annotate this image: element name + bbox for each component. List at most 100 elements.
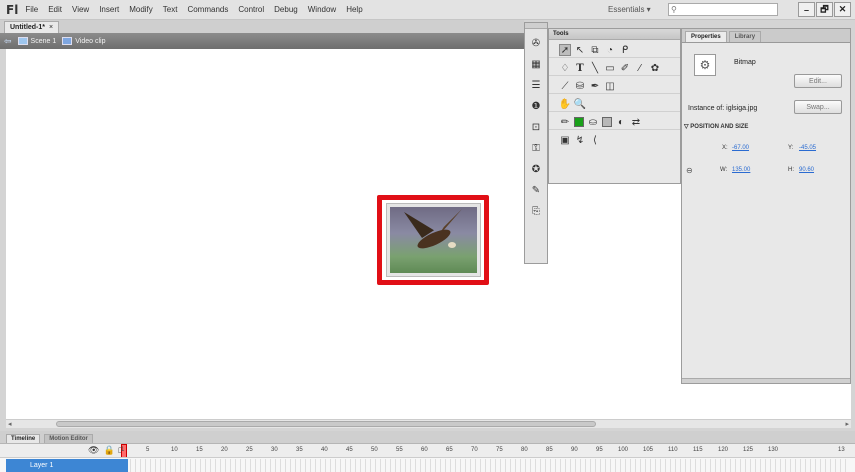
bone-tool-icon[interactable]: ⟋ [559, 80, 571, 92]
info-panel-icon[interactable]: ❶ [529, 99, 543, 113]
eyedropper-tool-icon[interactable]: ✒ [589, 80, 601, 92]
properties-tab-bar: Properties Library [682, 29, 850, 43]
pencil-tool-icon[interactable]: ✐ [619, 62, 631, 74]
transform-panel-icon[interactable]: ⊡ [529, 120, 543, 134]
swap-button[interactable]: Swap... [794, 100, 842, 114]
frame-number: 20 [221, 447, 228, 453]
tab-timeline[interactable]: Timeline [6, 434, 41, 443]
stroke-color-icon[interactable]: ✏ [559, 116, 571, 128]
w-value[interactable]: 135.00 [732, 167, 750, 173]
fill-color-swatch[interactable] [602, 117, 612, 127]
lock-icon[interactable]: 🔒 [103, 445, 114, 456]
code-snippets-icon[interactable]: ✎ [529, 183, 543, 197]
menu-window[interactable]: Window [308, 5, 336, 14]
movie-clip-icon [62, 37, 73, 45]
straighten-icon[interactable]: ⟨ [589, 135, 601, 147]
snap-to-objects-icon[interactable]: ▣ [559, 135, 571, 147]
components-panel-icon[interactable]: ⚿ [529, 141, 543, 155]
frame-number: 110 [668, 447, 678, 453]
menu-view[interactable]: View [72, 5, 89, 14]
edit-button[interactable]: Edit... [794, 74, 842, 88]
tab-library[interactable]: Library [728, 31, 762, 42]
stroke-color-swatch[interactable] [574, 117, 584, 127]
hand-tool-icon[interactable]: ✋ [559, 98, 571, 110]
eraser-tool-icon[interactable]: ◫ [604, 80, 616, 92]
frame-number: 85 [546, 447, 553, 453]
menu-bar: Fl File Edit View Insert Modify Text Com… [0, 0, 855, 20]
menu-commands[interactable]: Commands [187, 5, 228, 14]
smooth-icon[interactable]: ↯ [574, 135, 586, 147]
minimize-button[interactable]: – [798, 2, 815, 17]
maximize-button[interactable]: 🗗 [816, 2, 833, 17]
breadcrumb-symbol[interactable]: Video clip [62, 37, 105, 45]
text-tool-icon[interactable]: T [574, 62, 586, 74]
lasso-tool-icon[interactable]: ᑭ [619, 44, 631, 56]
paint-bucket-tool-icon[interactable]: ⛁ [574, 80, 586, 92]
scroll-right-icon[interactable]: ▸ [845, 420, 849, 428]
subselection-tool-icon[interactable]: ↖ [574, 44, 586, 56]
menu-file[interactable]: File [25, 5, 38, 14]
back-arrow-icon[interactable]: ⇦ [4, 36, 12, 47]
align-panel-icon[interactable]: ☰ [529, 78, 543, 92]
menu-insert[interactable]: Insert [99, 5, 119, 14]
rectangle-tool-icon[interactable]: ▭ [604, 62, 616, 74]
menu-debug[interactable]: Debug [274, 5, 298, 14]
collapsed-panel-strip: ✇ ▦ ☰ ❶ ⊡ ⚿ ✪ ✎ ⎘ [524, 22, 548, 264]
zoom-tool-icon[interactable]: 🔍 [574, 98, 586, 110]
scroll-thumb[interactable] [56, 421, 596, 427]
menu-help[interactable]: Help [346, 5, 362, 14]
black-white-icon[interactable]: ◐ [615, 116, 627, 128]
instance-of-label: Instance of: iglsiga.jpg [688, 105, 758, 112]
breadcrumb-scene[interactable]: Scene 1 [17, 37, 56, 45]
menu-text[interactable]: Text [163, 5, 178, 14]
y-value[interactable]: -45.05 [799, 145, 816, 151]
brush-tool-icon[interactable]: ⁄ [634, 62, 646, 74]
tab-motion-editor[interactable]: Motion Editor [44, 434, 93, 443]
x-label: X: [722, 145, 728, 151]
document-tab-close-icon[interactable]: × [49, 24, 53, 31]
pen-tool-icon[interactable]: ♢ [559, 62, 571, 74]
free-transform-tool-icon[interactable]: ⧉ [589, 44, 601, 56]
scroll-left-icon[interactable]: ◂ [8, 420, 12, 428]
search-input[interactable]: ⚲ [668, 3, 778, 16]
swatches-panel-icon[interactable]: ▦ [529, 57, 543, 71]
bitmap-instance[interactable] [386, 203, 481, 277]
color-panel-icon[interactable]: ✇ [529, 36, 543, 50]
stage-horizontal-scrollbar[interactable]: ◂ ▸ [6, 419, 851, 428]
frame-number: 10 [171, 447, 178, 453]
properties-scrollbar[interactable] [682, 378, 850, 383]
layer-item[interactable]: Layer 1 [6, 459, 128, 472]
frame-number: 115 [693, 447, 703, 453]
tool-row: ▣ ↯ ⟨ [549, 130, 680, 148]
motion-presets-icon[interactable]: ✪ [529, 162, 543, 176]
layer-name: Layer 1 [30, 462, 54, 469]
frame-cells[interactable] [130, 459, 850, 472]
close-button[interactable]: ✕ [834, 2, 851, 17]
selection-tool-icon[interactable]: ➚ [559, 44, 571, 56]
position-size-section[interactable]: ▽ POSITION AND SIZE [684, 123, 850, 130]
deco-tool-icon[interactable]: ✿ [649, 62, 661, 74]
section-collapse-icon: ▽ [684, 124, 689, 130]
menu-modify[interactable]: Modify [129, 5, 153, 14]
panel-grip[interactable] [525, 23, 547, 29]
frame-number: 125 [743, 447, 754, 453]
menu-edit[interactable]: Edit [48, 5, 62, 14]
x-value[interactable]: -67.00 [732, 145, 749, 151]
h-label: H: [788, 167, 794, 173]
3d-rotation-tool-icon[interactable]: ◔ [604, 44, 616, 56]
line-tool-icon[interactable]: ╲ [589, 62, 601, 74]
tab-properties[interactable]: Properties [685, 31, 727, 42]
document-tab[interactable]: Untitled-1* × [4, 21, 60, 33]
workspace-switcher[interactable]: Essentials ▾ [608, 5, 651, 14]
search-icon: ⚲ [671, 5, 677, 14]
frame-number: 105 [643, 447, 654, 453]
bitmap-type-icon: ⚙ [694, 54, 716, 76]
history-panel-icon[interactable]: ⎘ [529, 204, 543, 218]
eye-icon[interactable]: 👁 [88, 445, 99, 456]
menu-control[interactable]: Control [238, 5, 264, 14]
fill-color-icon[interactable]: ⛀ [587, 116, 599, 128]
link-icon[interactable]: ⊖ [686, 166, 693, 175]
frame-number: 13 [838, 447, 845, 453]
swap-colors-icon[interactable]: ⇄ [630, 116, 642, 128]
h-value[interactable]: 90.60 [799, 167, 814, 173]
